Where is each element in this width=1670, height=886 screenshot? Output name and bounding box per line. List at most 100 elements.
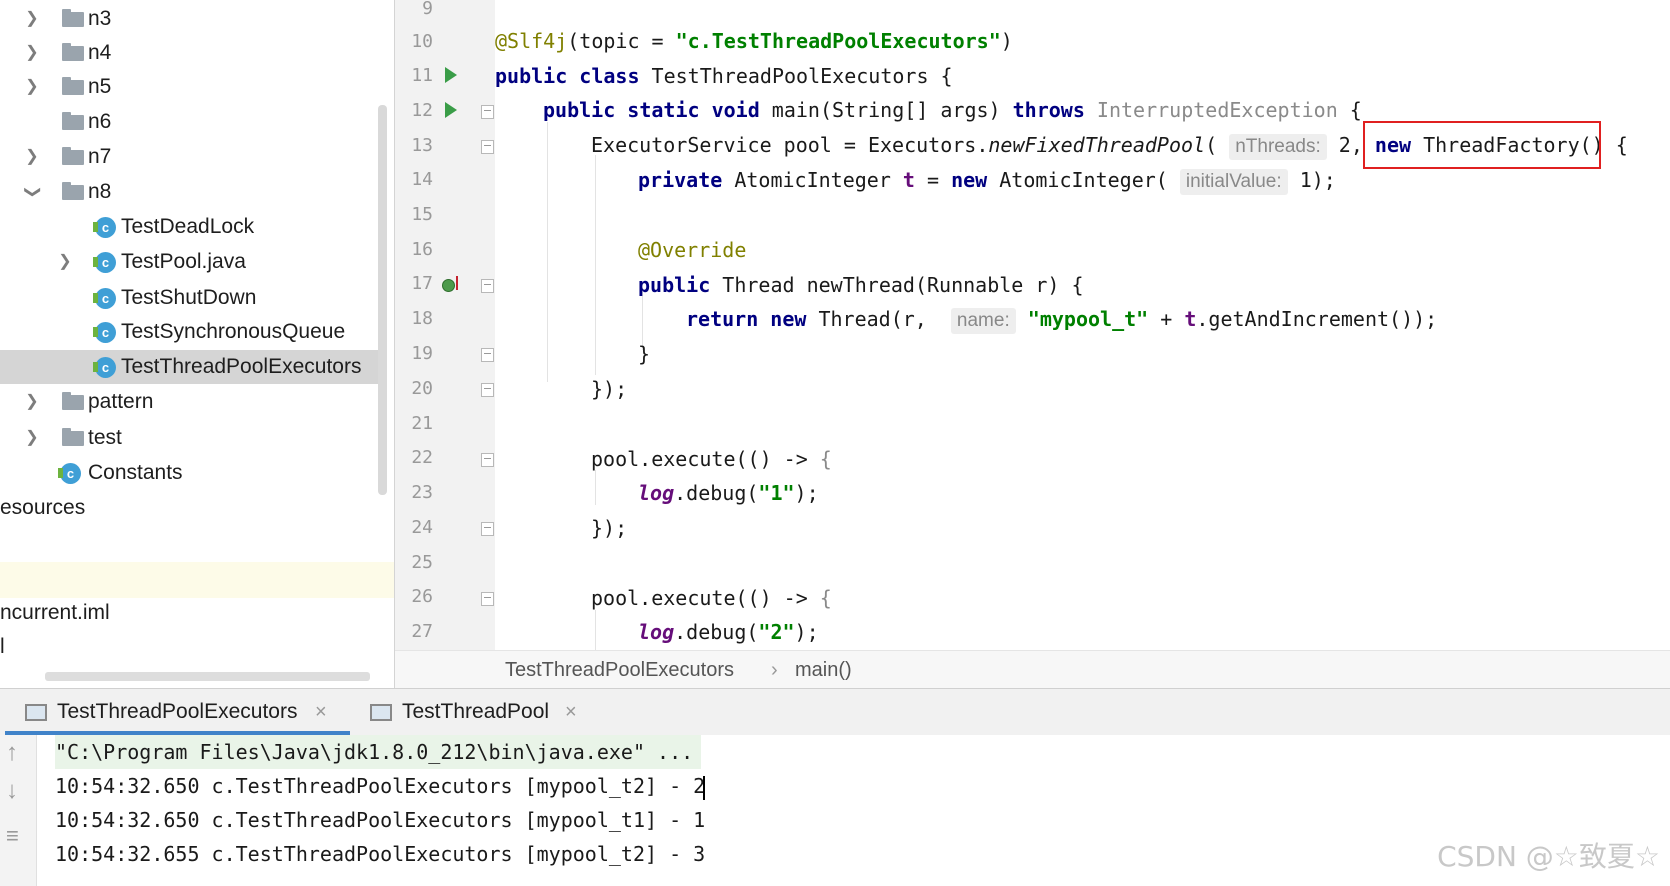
keyword: private [638, 168, 723, 192]
code-token: .getAndIncrement()); [1196, 307, 1438, 331]
console-command: "C:\Program Files\Java\jdk1.8.0_212\bin\… [55, 735, 702, 769]
arrow-up-icon[interactable]: ↑ [6, 739, 18, 767]
tree-item-label: TestSynchronousQueue [121, 320, 346, 343]
arrow-down-icon[interactable]: ↓ [6, 777, 18, 805]
tree-item-n3[interactable]: ❯ n3 [0, 2, 380, 36]
chevron-right-icon[interactable]: ❯ [22, 385, 42, 419]
line-number: 17 [411, 273, 433, 294]
tree-item-testdeadlock[interactable]: c TestDeadLock [0, 210, 380, 244]
line-number: 10 [411, 31, 433, 52]
override-marker-icon[interactable] [442, 276, 458, 292]
tree-item-label: Constants [88, 461, 183, 484]
line-number: 21 [411, 413, 433, 434]
tab-label: TestThreadPoolExecutors [57, 700, 298, 723]
tree-item-n7[interactable]: ❯ n7 [0, 140, 380, 174]
tree-item-test[interactable]: ❯ test [0, 421, 380, 455]
tree-item-label: n8 [88, 180, 112, 203]
console-line: 10:54:32.655 c.TestThreadPoolExecutors [… [55, 842, 706, 866]
run-main-icon[interactable] [445, 102, 457, 118]
folder-icon [62, 392, 84, 410]
run-class-icon[interactable] [445, 67, 457, 83]
fold-icon[interactable] [481, 348, 494, 362]
fold-icon[interactable] [481, 522, 494, 536]
code-line-10: @Slf4j(topic = "c.TestThreadPoolExecutor… [495, 24, 1013, 58]
tree-item-label: n5 [88, 75, 112, 98]
fold-icon[interactable] [481, 105, 494, 119]
folder-icon [62, 43, 84, 61]
code-line-14: private AtomicInteger t = new AtomicInte… [638, 163, 1336, 197]
code-token: = [914, 168, 952, 192]
tab-testthreadpool[interactable]: TestThreadPool × [370, 689, 600, 735]
code-line-27: log.debug("2"); [638, 615, 819, 649]
tree-item-constants[interactable]: c Constants [0, 456, 380, 490]
tree-item-resources[interactable]: esources [0, 491, 380, 525]
fold-icon[interactable] [481, 453, 494, 467]
line-number: 20 [411, 378, 433, 399]
chevron-right-icon[interactable]: ❯ [22, 70, 42, 104]
run-config-icon [370, 704, 392, 721]
fold-icon[interactable] [481, 279, 494, 293]
tree-item-iml[interactable]: ncurrent.iml [0, 596, 380, 630]
tree-item-n4[interactable]: ❯ n4 [0, 36, 380, 70]
chevron-down-icon[interactable]: ❯ [15, 182, 49, 202]
code-token: ( [1205, 133, 1218, 157]
tree-item-label: TestDeadLock [121, 215, 255, 238]
tree-item-label: l [0, 635, 5, 658]
code-token: .debug( [674, 481, 759, 505]
tree-item-pattern[interactable]: ❯ pattern [0, 385, 380, 419]
watermark: CSDN @☆致夏☆ [1437, 840, 1660, 873]
code-token: Thread(r, [806, 307, 939, 331]
line-number: 27 [411, 621, 433, 642]
fold-icon[interactable] [481, 592, 494, 606]
tree-item-testpool[interactable]: ❯ c TestPool.java [0, 245, 380, 279]
line-number: 22 [411, 447, 433, 468]
chevron-right-icon[interactable]: ❯ [22, 2, 42, 36]
soft-wrap-icon[interactable]: ≡ [6, 823, 19, 849]
tree-vertical-scrollbar[interactable] [378, 105, 387, 495]
tab-testthreadpoolexecutors[interactable]: TestThreadPoolExecutors × [5, 689, 350, 735]
tree-item-file[interactable]: l [0, 630, 380, 664]
class-icon: c [93, 322, 116, 343]
tree-item-n8[interactable]: ❯ n8 [0, 175, 380, 209]
tree-item-n5[interactable]: ❯ n5 [0, 70, 380, 104]
tree-item-label: test [88, 426, 122, 449]
console-output[interactable]: ↑ ↓ ≡ "C:\Program Files\Java\jdk1.8.0_21… [0, 735, 1670, 886]
fold-icon[interactable] [481, 383, 494, 397]
chevron-right-icon[interactable]: ❯ [22, 421, 42, 455]
line-number: 9 [422, 0, 433, 19]
tree-item-n6[interactable]: n6 [0, 105, 380, 139]
chevron-right-icon[interactable]: ❯ [22, 36, 42, 70]
line-number: 23 [411, 482, 433, 503]
keyword: public static void [543, 98, 760, 122]
close-icon[interactable]: × [565, 689, 577, 735]
tree-item-testthreadpoolexecutors[interactable]: c TestThreadPoolExecutors [0, 350, 380, 384]
unused-exception: InterruptedException [1084, 98, 1338, 122]
folder-icon [62, 112, 84, 130]
breadcrumb-separator: › [771, 659, 778, 681]
field: t [1184, 307, 1197, 331]
line-number: 19 [411, 343, 433, 364]
console-line: 10:54:32.650 c.TestThreadPoolExecutors [… [55, 808, 706, 832]
indent-guide [547, 122, 548, 382]
chevron-right-icon[interactable]: ❯ [22, 140, 42, 174]
project-tree: ❯ n3 ❯ n4 ❯ n5 n6 ❯ n7 ❯ n8 c TestDeadLo… [0, 0, 395, 688]
line-number: 16 [411, 239, 433, 260]
field: t [902, 168, 915, 192]
fold-icon[interactable] [481, 140, 494, 154]
tree-item-label: esources [0, 496, 86, 519]
code-line-19: } [638, 342, 651, 366]
line-number: 14 [411, 169, 433, 190]
code-line-11: public class TestThreadPoolExecutors { [495, 59, 953, 93]
code-editor[interactable]: @Slf4j(topic = "c.TestThreadPoolExecutor… [495, 0, 1670, 650]
string-literal: "c.TestThreadPoolExecutors" [675, 29, 1001, 53]
code-line-26: pool.execute(() -> { [591, 581, 832, 615]
chevron-right-icon[interactable]: ❯ [55, 245, 75, 279]
close-icon[interactable]: × [315, 689, 327, 735]
breadcrumb-method[interactable]: main() [795, 651, 852, 689]
tree-horizontal-scrollbar[interactable] [45, 672, 370, 681]
code-token: { [1337, 98, 1362, 122]
tree-item-testshutdown[interactable]: c TestShutDown [0, 281, 380, 315]
line-number: 11 [411, 65, 433, 86]
tree-item-testsynchronousqueue[interactable]: c TestSynchronousQueue [0, 315, 380, 349]
breadcrumb-class[interactable]: TestThreadPoolExecutors [505, 651, 734, 689]
